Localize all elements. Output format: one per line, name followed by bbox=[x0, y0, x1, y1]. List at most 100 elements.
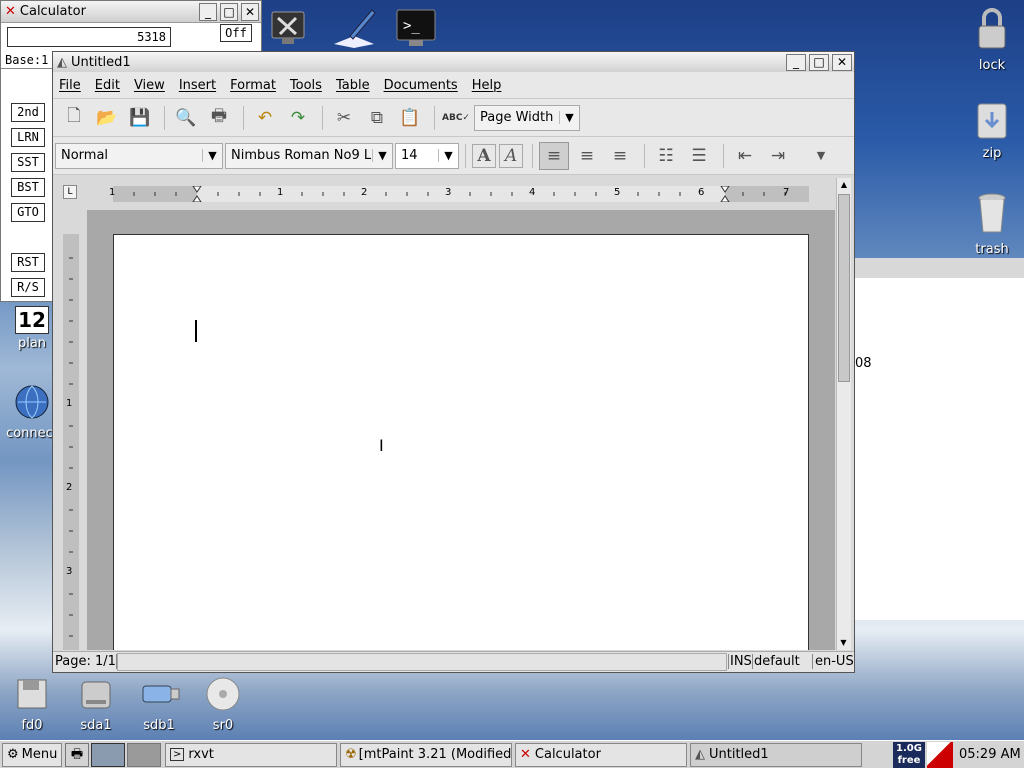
background-text: 08 bbox=[855, 356, 872, 371]
tab-stop-selector[interactable]: L bbox=[63, 185, 77, 199]
calculator-key-bst[interactable]: BST bbox=[11, 178, 45, 197]
vertical-scrollbar[interactable]: ▲ ▼ bbox=[836, 178, 851, 650]
document-page[interactable] bbox=[113, 234, 809, 650]
task-mtpaint[interactable]: ☢ [mtPaint 3.21 (Modified bbox=[340, 742, 512, 767]
scrollbar-thumb[interactable] bbox=[838, 194, 850, 382]
task-rxvt[interactable]: > rxvt bbox=[165, 742, 337, 767]
sdb1-drive-icon[interactable]: sdb1 bbox=[124, 676, 194, 733]
menu-insert[interactable]: Insert bbox=[179, 78, 216, 93]
paragraph-style-select[interactable]: Normal ▼ bbox=[55, 142, 223, 169]
toolbar-overflow-icon[interactable]: ▼ bbox=[806, 142, 836, 170]
save-icon[interactable]: 💾 bbox=[125, 104, 155, 132]
menu-documents[interactable]: Documents bbox=[384, 78, 458, 93]
sr0-label: sr0 bbox=[212, 718, 234, 733]
minimize-button[interactable]: _ bbox=[199, 2, 217, 21]
menu-help[interactable]: Help bbox=[472, 78, 502, 93]
tools-launcher-icon[interactable] bbox=[268, 8, 308, 48]
calculator-key-rst[interactable]: RST bbox=[11, 253, 45, 272]
align-center-icon[interactable]: ≡ bbox=[572, 142, 602, 170]
task-label: Untitled1 bbox=[709, 747, 769, 762]
show-desktop-icon[interactable]: 🖶 bbox=[65, 742, 89, 767]
maximize-button[interactable]: □ bbox=[220, 2, 238, 21]
calculator-key-rs[interactable]: R/S bbox=[11, 278, 45, 297]
calculator-key-lrn[interactable]: LRN bbox=[11, 128, 45, 147]
bold-icon[interactable]: A bbox=[472, 143, 496, 168]
status-language[interactable]: en-US bbox=[812, 654, 854, 669]
fd0-label: fd0 bbox=[21, 718, 43, 733]
sda1-drive-icon[interactable]: sda1 bbox=[61, 676, 131, 733]
task-untitled1[interactable]: ◭ Untitled1 bbox=[690, 742, 862, 767]
task-label: rxvt bbox=[188, 747, 214, 762]
pager-desktop-2[interactable] bbox=[127, 742, 161, 767]
start-menu-button[interactable]: ⚙ Menu bbox=[2, 742, 62, 767]
italic-icon[interactable]: A bbox=[499, 143, 523, 168]
menu-tools[interactable]: Tools bbox=[290, 78, 322, 93]
trash-label: trash bbox=[975, 242, 1009, 257]
menu-table[interactable]: Table bbox=[336, 78, 370, 93]
copy-icon[interactable]: ⧉ bbox=[362, 104, 392, 132]
undo-icon[interactable]: ↶ bbox=[250, 104, 280, 132]
sr0-drive-icon[interactable]: sr0 bbox=[188, 676, 258, 733]
zip-desktop-icon[interactable]: zip bbox=[957, 100, 1024, 161]
writer-title: Untitled1 bbox=[71, 54, 131, 70]
trash-icon bbox=[978, 193, 1006, 233]
calculator-key-sst[interactable]: SST bbox=[11, 153, 45, 172]
mouse-ibeam-cursor: I bbox=[379, 436, 384, 455]
menu-view[interactable]: View bbox=[134, 78, 165, 93]
numbered-list-icon[interactable]: ☷ bbox=[651, 142, 681, 170]
fd0-drive-icon[interactable]: fd0 bbox=[0, 676, 67, 733]
document-area[interactable]: I bbox=[87, 210, 835, 650]
trash-desktop-icon[interactable]: trash bbox=[957, 190, 1024, 257]
redo-icon[interactable]: ↷ bbox=[283, 104, 313, 132]
memory-monitor[interactable]: 1.0G free bbox=[893, 741, 925, 768]
align-left-icon[interactable]: ≡ bbox=[539, 141, 569, 170]
new-document-icon[interactable]: 🗋 bbox=[59, 104, 89, 132]
spellcheck-icon[interactable]: ABC✓ bbox=[441, 104, 471, 132]
close-button[interactable]: ✕ bbox=[241, 2, 259, 21]
lock-desktop-icon[interactable]: lock bbox=[957, 6, 1024, 73]
scroll-down-icon[interactable]: ▼ bbox=[837, 636, 850, 650]
writer-minimize-button[interactable]: _ bbox=[786, 53, 806, 71]
ruler-label: 5 bbox=[614, 187, 621, 198]
cut-icon[interactable]: ✂ bbox=[329, 104, 359, 132]
zip-label: zip bbox=[982, 146, 1002, 161]
terminal-launcher-icon[interactable]: >_ bbox=[395, 8, 437, 50]
mtpaint-icon: ☢ bbox=[345, 747, 357, 762]
background-window[interactable]: 08 bbox=[855, 258, 1024, 620]
menu-edit[interactable]: Edit bbox=[95, 78, 120, 93]
decrease-indent-icon[interactable]: ⇤ bbox=[730, 142, 760, 170]
calculator-off-button[interactable]: Off bbox=[220, 24, 252, 42]
calculator-key-2nd[interactable]: 2nd bbox=[11, 103, 45, 122]
zoom-select[interactable]: Page Width ▼ bbox=[474, 104, 580, 131]
font-size-select[interactable]: 14 ▼ bbox=[395, 142, 459, 169]
writer-maximize-button[interactable]: □ bbox=[809, 53, 829, 71]
scroll-up-icon[interactable]: ▲ bbox=[837, 178, 851, 192]
writer-close-button[interactable]: ✕ bbox=[832, 53, 852, 71]
writer-titlebar[interactable]: ◭ Untitled1 _ □ ✕ bbox=[53, 52, 854, 72]
pager-desktop-1[interactable] bbox=[91, 742, 125, 767]
vertical-ruler[interactable]: 1 2 3 bbox=[63, 234, 79, 650]
calculator-key-gto[interactable]: GTO bbox=[11, 203, 45, 222]
write-launcher-icon[interactable] bbox=[330, 6, 378, 50]
paste-icon[interactable]: 📋 bbox=[395, 104, 425, 132]
menu-file[interactable]: File bbox=[59, 78, 81, 93]
open-folder-icon[interactable]: 📂 bbox=[92, 104, 122, 132]
align-right-icon[interactable]: ≡ bbox=[605, 142, 635, 170]
clock[interactable]: 05:29 AM bbox=[959, 747, 1021, 762]
bullet-list-icon[interactable]: ☰ bbox=[684, 142, 714, 170]
status-insert-mode[interactable]: INS bbox=[728, 654, 752, 669]
calculator-titlebar[interactable]: ✕ Calculator _ □ ✕ bbox=[1, 1, 261, 23]
chevron-down-icon: ▼ bbox=[438, 149, 458, 162]
writer-window[interactable]: ◭ Untitled1 _ □ ✕ File Edit View Insert … bbox=[52, 51, 855, 673]
print-preview-icon[interactable]: 🔍 bbox=[171, 104, 201, 132]
usb-stick-icon bbox=[142, 685, 180, 703]
menu-format[interactable]: Format bbox=[230, 78, 276, 93]
task-calculator[interactable]: ✕ Calculator bbox=[515, 742, 687, 767]
horizontal-ruler[interactable]: 1 1 2 3 4 5 6 7 bbox=[109, 186, 809, 202]
increase-indent-icon[interactable]: ⇥ bbox=[763, 142, 793, 170]
print-icon[interactable]: 🖶 bbox=[204, 104, 234, 132]
font-name-select[interactable]: Nimbus Roman No9 L ▼ bbox=[225, 142, 393, 169]
menu-gear-icon: ⚙ bbox=[7, 747, 19, 762]
terminal-icon: > bbox=[170, 748, 185, 761]
hard-drive-icon bbox=[81, 681, 111, 709]
